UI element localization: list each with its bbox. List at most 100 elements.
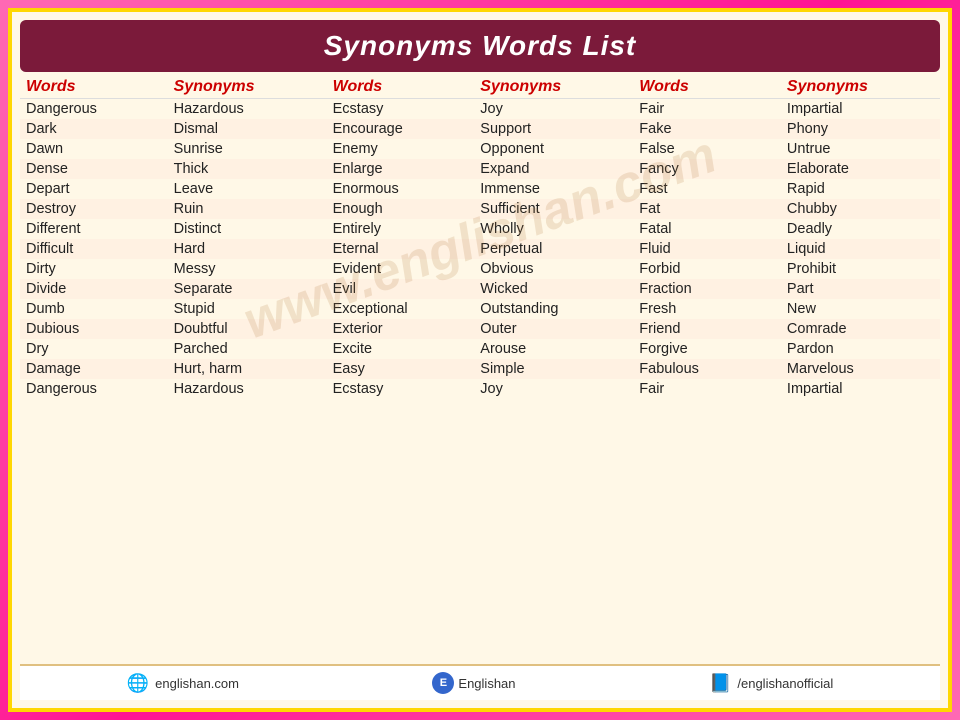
word2-cell: Excite [327,339,475,359]
word3-cell: Fluid [633,239,781,259]
word1-cell: Dubious [20,319,168,339]
syn3-cell: Marvelous [781,359,940,379]
table-row: DepartLeaveEnormousImmenseFastRapid [20,179,940,199]
syn2-cell: Immense [474,179,633,199]
syn3-cell: Prohibit [781,259,940,279]
header-synonyms-1: Synonyms [168,76,327,99]
word3-cell: Fancy [633,159,781,179]
word1-cell: Dangerous [20,99,168,120]
brand-label: Englishan [458,676,515,691]
word2-cell: Enough [327,199,475,219]
syn1-cell: Hard [168,239,327,259]
website-label: englishan.com [155,676,239,691]
header-words-3: Words [633,76,781,99]
word3-cell: Fair [633,379,781,399]
table-wrapper: www.englishan.com Words Synonyms Words S… [20,76,940,399]
syn3-cell: Phony [781,119,940,139]
header-words-1: Words [20,76,168,99]
syn2-cell: Support [474,119,633,139]
word1-cell: Dirty [20,259,168,279]
word2-cell: Encourage [327,119,475,139]
word3-cell: Friend [633,319,781,339]
table-row: DenseThickEnlargeExpandFancyElaborate [20,159,940,179]
word1-cell: Dense [20,159,168,179]
header-synonyms-2: Synonyms [474,76,633,99]
syn3-cell: Elaborate [781,159,940,179]
word3-cell: False [633,139,781,159]
inner-container: Synonyms Words List www.englishan.com Wo… [8,8,952,712]
syn3-cell: Rapid [781,179,940,199]
syn2-cell: Sufficient [474,199,633,219]
table-row: DifficultHardEternalPerpetualFluidLiquid [20,239,940,259]
title-bar: Synonyms Words List [20,20,940,72]
syn3-cell: Chubby [781,199,940,219]
footer: 🌐 englishan.com E Englishan 📘 /englishan… [20,664,940,700]
syn3-cell: Impartial [781,379,940,399]
syn3-cell: Impartial [781,99,940,120]
page-title: Synonyms Words List [40,30,920,62]
word1-cell: Dawn [20,139,168,159]
syn2-cell: Opponent [474,139,633,159]
syn1-cell: Parched [168,339,327,359]
syn2-cell: Outer [474,319,633,339]
syn1-cell: Dismal [168,119,327,139]
word1-cell: Destroy [20,199,168,219]
word3-cell: Fast [633,179,781,199]
word2-cell: Exceptional [327,299,475,319]
globe-icon: 🌐 [127,673,149,694]
table-header-row: Words Synonyms Words Synonyms Words Syno… [20,76,940,99]
footer-website: 🌐 englishan.com [127,673,239,694]
facebook-label: /englishanofficial [737,676,833,691]
syn2-cell: Outstanding [474,299,633,319]
word3-cell: Fresh [633,299,781,319]
word2-cell: Enlarge [327,159,475,179]
word1-cell: Depart [20,179,168,199]
englishan-logo: E [432,672,454,694]
word2-cell: Enemy [327,139,475,159]
syn1-cell: Hazardous [168,379,327,399]
syn3-cell: Untrue [781,139,940,159]
syn1-cell: Hurt, harm [168,359,327,379]
syn2-cell: Arouse [474,339,633,359]
syn1-cell: Hazardous [168,99,327,120]
syn2-cell: Wicked [474,279,633,299]
table-row: DamageHurt, harmEasySimpleFabulousMarvel… [20,359,940,379]
word2-cell: Enormous [327,179,475,199]
word3-cell: Fabulous [633,359,781,379]
word3-cell: Forgive [633,339,781,359]
syn1-cell: Distinct [168,219,327,239]
outer-border: Synonyms Words List www.englishan.com Wo… [0,0,960,720]
syn1-cell: Messy [168,259,327,279]
syn3-cell: New [781,299,940,319]
word1-cell: Divide [20,279,168,299]
word1-cell: Different [20,219,168,239]
table-row: DumbStupidExceptionalOutstandingFreshNew [20,299,940,319]
word1-cell: Dangerous [20,379,168,399]
syn2-cell: Expand [474,159,633,179]
word3-cell: Fat [633,199,781,219]
syn3-cell: Pardon [781,339,940,359]
syn1-cell: Separate [168,279,327,299]
word2-cell: Ecstasy [327,379,475,399]
header-synonyms-3: Synonyms [781,76,940,99]
syn3-cell: Comrade [781,319,940,339]
word3-cell: Forbid [633,259,781,279]
syn2-cell: Wholly [474,219,633,239]
word1-cell: Dark [20,119,168,139]
footer-brand: E Englishan [432,672,515,694]
table-row: DivideSeparateEvilWickedFractionPart [20,279,940,299]
word2-cell: Evil [327,279,475,299]
syn2-cell: Obvious [474,259,633,279]
syn3-cell: Part [781,279,940,299]
word3-cell: Fraction [633,279,781,299]
word2-cell: Entirely [327,219,475,239]
syn1-cell: Doubtful [168,319,327,339]
word1-cell: Difficult [20,239,168,259]
table-row: DifferentDistinctEntirelyWhollyFatalDead… [20,219,940,239]
word3-cell: Fatal [633,219,781,239]
table-row: DangerousHazardousEcstasyJoyFairImpartia… [20,99,940,120]
table-row: DawnSunriseEnemyOpponentFalseUntrue [20,139,940,159]
syn1-cell: Thick [168,159,327,179]
syn1-cell: Sunrise [168,139,327,159]
word2-cell: Eternal [327,239,475,259]
